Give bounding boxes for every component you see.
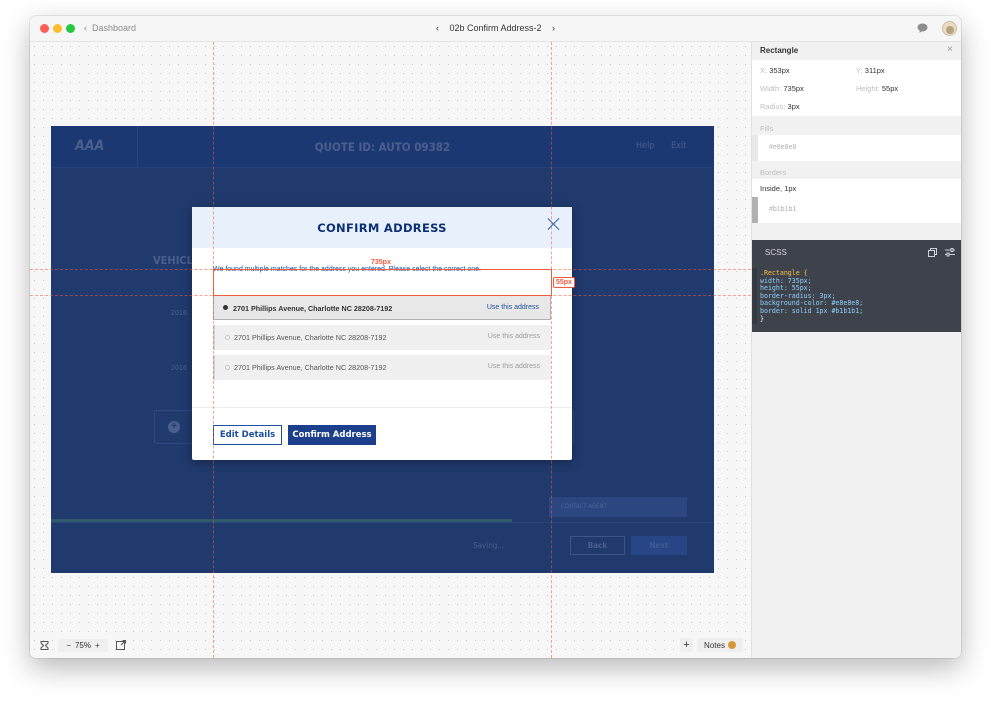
use-address-link[interactable]: Use this address xyxy=(488,363,540,370)
guide-line-left xyxy=(213,42,214,658)
title-bar: ‹ Dashboard ‹ 02b Confirm Address-2 › xyxy=(30,16,961,42)
radio-icon[interactable] xyxy=(225,365,230,370)
prev-screen-button[interactable]: ‹ xyxy=(436,23,439,33)
inspector-panel: Rectangle × X: 353px Y: 311px Width: 735… xyxy=(751,42,961,658)
zoom-in-button[interactable]: + xyxy=(95,641,100,650)
scss-code-panel: SCSS .Rectangle { width: 735px; height: … xyxy=(752,240,961,332)
contact-agent-bar: CONTACT AGENT xyxy=(549,497,687,517)
bottom-toolbar: − 75% + + Notes xyxy=(30,633,751,658)
contact-agent-label: CONTACT AGENT xyxy=(561,503,607,510)
user-avatar[interactable] xyxy=(942,21,957,36)
radius-value: 3px xyxy=(787,102,800,111)
footer-next-label: Next xyxy=(649,541,669,550)
exit-link: Exit xyxy=(671,141,687,151)
borders-header: Borders xyxy=(760,168,787,177)
border-color-value: #b1b1b1 xyxy=(769,206,797,213)
use-address-link[interactable]: Use this address xyxy=(487,304,539,311)
screen-title: 02b Confirm Address-2 xyxy=(449,23,542,33)
footer-next-button: Next xyxy=(631,536,687,555)
modal-header: CONFIRM ADDRESS xyxy=(192,207,572,248)
saving-status: Saving... xyxy=(473,541,505,550)
border-position-row: Inside, 1px xyxy=(752,179,961,197)
y-label: Y: xyxy=(856,66,863,75)
zoom-control: − 75% + xyxy=(58,639,108,652)
border-color-chip xyxy=(752,197,758,223)
layer-name: Rectangle xyxy=(760,46,799,55)
app-window: ‹ Dashboard ‹ 02b Confirm Address-2 › AA… xyxy=(30,16,961,658)
scss-code: .Rectangle { width: 735px; height: 55px;… xyxy=(760,269,864,323)
x-label: X: xyxy=(760,66,768,75)
section-heading: VEHICL xyxy=(153,254,193,267)
selected-layer-outline[interactable] xyxy=(213,269,552,296)
code-line: border: solid 1px #b1b1b1; xyxy=(760,306,864,315)
design-canvas[interactable]: AAA QUOTE ID: AUTO 09382 Help Exit VEHIC… xyxy=(30,42,751,658)
code-gutter xyxy=(752,268,757,324)
notes-emoji-icon xyxy=(727,641,736,649)
geometry-section: X: 353px Y: 311px Width: 735px Height: 5… xyxy=(752,60,961,116)
height-measure-label: 55px xyxy=(553,277,575,288)
address-text: 2701 Phillips Avenue, Charlotte NC 28208… xyxy=(234,363,387,372)
footer-back-label: Back xyxy=(587,541,608,550)
fill-swatch[interactable]: #e8e8e8 xyxy=(752,135,961,161)
height-value: 55px xyxy=(881,84,899,93)
guide-line-right xyxy=(551,42,552,658)
add-note-button[interactable]: + xyxy=(680,638,693,652)
zoom-level: 75% xyxy=(74,641,91,650)
modal-title: CONFIRM ADDRESS xyxy=(317,221,447,235)
notes-label: Notes xyxy=(704,640,725,650)
code-line: } xyxy=(760,314,764,323)
address-text: 2701 Phillips Avenue, Charlotte NC 28208… xyxy=(233,304,393,313)
radius-label: Radius: xyxy=(760,102,786,111)
close-icon[interactable] xyxy=(547,217,561,231)
vehicle-row-b: 2016 xyxy=(171,364,188,372)
radio-selected-icon[interactable] xyxy=(223,305,228,310)
notes-button[interactable]: Notes xyxy=(697,638,743,652)
close-panel-icon[interactable]: × xyxy=(947,44,953,55)
edit-details-button[interactable]: Edit Details xyxy=(213,425,282,445)
x-value: 353px xyxy=(769,66,790,75)
width-value: 735px xyxy=(783,84,804,93)
address-option-1[interactable]: 2701 Phillips Avenue, Charlotte NC 28208… xyxy=(213,295,551,320)
height-label: Height: xyxy=(856,84,880,93)
quote-id: QUOTE ID: AUTO 09382 xyxy=(314,140,451,154)
confirm-address-modal: CONFIRM ADDRESS We found multiple matche… xyxy=(192,207,572,460)
vehicle-row-a: 2016 xyxy=(171,309,188,317)
border-position: Inside, 1px xyxy=(760,184,797,193)
address-option-2[interactable]: 2701 Phillips Avenue, Charlotte NC 28208… xyxy=(213,325,551,350)
next-screen-button[interactable]: › xyxy=(552,23,555,33)
address-option-3[interactable]: 2701 Phillips Avenue, Charlotte NC 28208… xyxy=(213,355,551,380)
modal-divider xyxy=(192,407,572,408)
export-icon[interactable] xyxy=(116,640,126,650)
border-swatch[interactable]: #b1b1b1 xyxy=(752,197,961,223)
settings-sliders-icon[interactable] xyxy=(945,248,955,257)
width-measure-label: 735px xyxy=(371,259,391,266)
fill-color-chip xyxy=(752,135,758,161)
use-address-link[interactable]: Use this address xyxy=(488,333,540,340)
fill-color-value: #e8e8e8 xyxy=(769,144,797,151)
y-value: 311px xyxy=(864,66,885,75)
confirm-address-button[interactable]: Confirm Address xyxy=(288,425,376,445)
copy-icon[interactable] xyxy=(928,248,937,257)
width-label: Width: xyxy=(760,84,782,93)
screen-title-bar: ‹ 02b Confirm Address-2 › xyxy=(30,23,961,33)
fills-header: Fills xyxy=(760,124,774,133)
address-text: 2701 Phillips Avenue, Charlotte NC 28208… xyxy=(234,333,387,342)
radio-icon[interactable] xyxy=(225,335,230,340)
footer-back-button: Back xyxy=(570,536,625,555)
add-circle-icon: + xyxy=(168,421,180,433)
comments-icon[interactable] xyxy=(916,22,929,35)
help-link: Help xyxy=(636,141,655,151)
scss-header: SCSS xyxy=(765,248,787,257)
footer-divider xyxy=(51,522,714,523)
hourglass-icon[interactable] xyxy=(40,641,49,650)
artboard-header: AAA QUOTE ID: AUTO 09382 Help Exit xyxy=(51,126,714,168)
zoom-out-button[interactable]: − xyxy=(66,641,71,650)
